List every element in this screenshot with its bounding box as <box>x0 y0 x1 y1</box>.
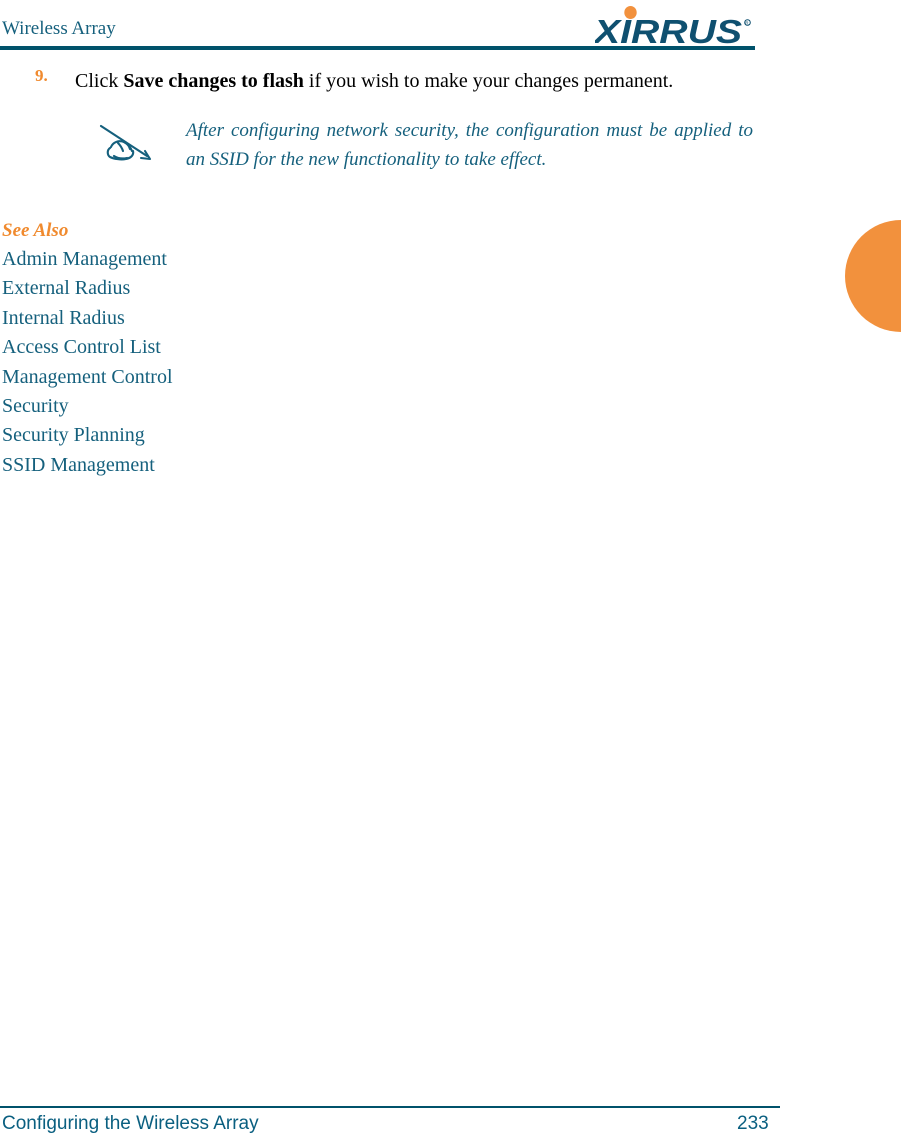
page-header-title: Wireless Array <box>2 18 116 39</box>
see-also-link-external-radius[interactable]: External Radius <box>2 274 901 303</box>
xirrus-logo: XIRRUS R <box>595 6 755 48</box>
svg-text:R: R <box>745 21 748 26</box>
see-also-section: See Also Admin Management External Radiu… <box>0 216 901 480</box>
step-text-before: Click <box>75 70 124 92</box>
page-content: 9. Click Save changes to flash if you wi… <box>0 56 901 480</box>
see-also-link-access-control-list[interactable]: Access Control List <box>2 333 901 362</box>
note-text: After configuring network security, the … <box>186 120 753 170</box>
see-also-link-ssid-management[interactable]: SSID Management <box>2 451 901 480</box>
step-text-bold: Save changes to flash <box>123 70 304 92</box>
note-block: After configuring network security, the … <box>0 116 901 174</box>
header-divider <box>0 46 755 50</box>
page-header: Wireless Array XIRRUS R <box>0 0 901 56</box>
see-also-link-management-control[interactable]: Management Control <box>2 363 901 392</box>
see-also-link-security[interactable]: Security <box>2 392 901 421</box>
see-also-heading: See Also <box>2 220 69 241</box>
numbered-step-9: 9. Click Save changes to flash if you wi… <box>0 66 901 96</box>
step-text-after: if you wish to make your changes permane… <box>303 70 674 92</box>
see-also-link-admin-management[interactable]: Admin Management <box>2 245 901 274</box>
hand-writing-pen-icon <box>98 118 160 166</box>
see-also-link-security-planning[interactable]: Security Planning <box>2 421 901 450</box>
step-text: Click Save changes to flash if you wish … <box>75 66 753 96</box>
footer-section-title: Configuring the Wireless Array <box>2 1113 259 1134</box>
footer-divider <box>0 1106 780 1108</box>
see-also-link-internal-radius[interactable]: Internal Radius <box>2 304 901 333</box>
page-footer: Configuring the Wireless Array 233 <box>0 1085 901 1137</box>
step-number: 9. <box>35 66 48 85</box>
see-also-list: Admin Management External Radius Interna… <box>2 245 901 480</box>
svg-text:XIRRUS: XIRRUS <box>595 13 742 48</box>
page-number: 233 <box>737 1113 769 1134</box>
